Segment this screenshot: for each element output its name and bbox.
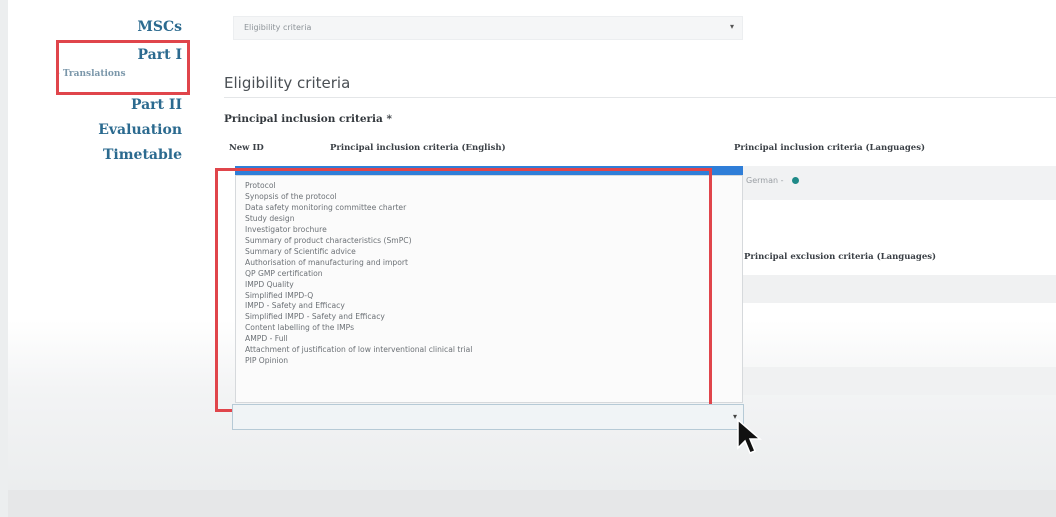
exclusion-language-field[interactable] (743, 275, 1056, 303)
nav-mscs[interactable]: MSCs (137, 19, 182, 35)
globe-icon[interactable] (792, 177, 799, 184)
col-inclusion-languages: Principal inclusion criteria (Languages) (734, 143, 926, 153)
page: MSCs Part I - Translations Part II Evalu… (8, 0, 1056, 517)
divider (224, 97, 1056, 98)
nav-part2[interactable]: Part II (131, 97, 182, 113)
highlight-box-dropdown (215, 168, 712, 412)
exclusion-language-field-2[interactable] (743, 367, 1056, 395)
page-title: Eligibility criteria (224, 74, 351, 92)
language-value: German - (746, 176, 784, 185)
chevron-down-icon: ▾ (729, 22, 734, 31)
footer-strip (8, 490, 1056, 517)
document-type-select[interactable]: ▾ (232, 404, 744, 430)
nav-timetable[interactable]: Timetable (103, 147, 182, 163)
section-select[interactable]: Eligibility criteria ▾ (233, 16, 743, 40)
col-inclusion-english: Principal inclusion criteria (English) (330, 143, 506, 153)
highlight-box-nav (56, 40, 190, 95)
inclusion-language-field[interactable]: German - (743, 166, 1056, 200)
mouse-pointer-icon (737, 418, 762, 454)
section-select-value: Eligibility criteria (244, 23, 312, 32)
nav-evaluation[interactable]: Evaluation (98, 122, 182, 138)
col-new-id: New ID (229, 143, 264, 153)
col-exclusion-languages: Principal exclusion criteria (Languages) (744, 252, 937, 262)
inclusion-heading: Principal inclusion criteria * (224, 113, 392, 125)
